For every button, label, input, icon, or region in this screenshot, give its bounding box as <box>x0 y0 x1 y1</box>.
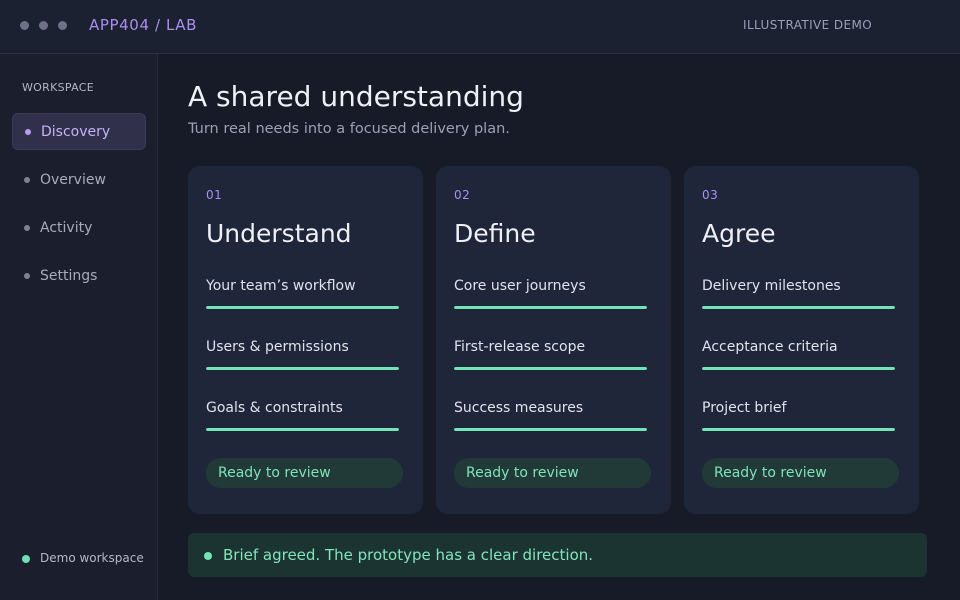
window-close-dot-icon[interactable] <box>20 21 29 30</box>
sidebar-item-label: Settings <box>40 267 98 284</box>
progress-bar <box>454 428 647 431</box>
progress-fill <box>702 306 895 309</box>
checklist-item-label: First-release scope <box>454 339 586 355</box>
sidebar-item-overview[interactable]: Overview <box>12 161 146 198</box>
success-dot-icon <box>204 552 212 560</box>
sidebar-item-settings[interactable]: Settings <box>12 257 146 294</box>
checklist-item: Acceptance criteria <box>702 339 895 370</box>
demo-tag: ILLUSTRATIVE DEMO <box>743 18 873 32</box>
checklist-item-label: Project brief <box>702 400 787 416</box>
checklist-item-label: Core user journeys <box>454 278 586 294</box>
progress-bar <box>454 306 647 309</box>
nav-bullet-icon <box>24 224 30 231</box>
success-banner: Brief agreed. The prototype has a clear … <box>188 533 927 577</box>
progress-fill <box>454 367 647 370</box>
checklist-item-label: Users & permissions <box>206 339 349 355</box>
checklist-item-label: Goals & constraints <box>206 400 343 416</box>
sidebar-heading: WORKSPACE <box>22 81 94 94</box>
step-number: 02 <box>454 188 471 202</box>
checklist-item: First-release scope <box>454 339 647 370</box>
nav-bullet-icon <box>25 128 31 135</box>
progress-fill <box>454 306 647 309</box>
step-number: 03 <box>702 188 719 202</box>
page-subtitle: Turn real needs into a focused delivery … <box>188 121 510 137</box>
progress-fill <box>702 367 895 370</box>
progress-bar <box>206 428 399 431</box>
step-card-understand: 01 Understand Your team’s workflow Users… <box>188 166 423 514</box>
progress-fill <box>702 428 895 431</box>
sidebar-item-activity[interactable]: Activity <box>12 209 146 246</box>
checklist-item: Your team’s workflow <box>206 278 399 309</box>
step-title: Define <box>454 219 536 248</box>
checklist-item: Success measures <box>454 400 647 431</box>
ready-to-review-button[interactable]: Ready to review <box>702 458 899 488</box>
sidebar: WORKSPACE Discovery Overview Activity Se… <box>0 54 158 600</box>
ready-to-review-button[interactable]: Ready to review <box>454 458 651 488</box>
workspace-name: Demo workspace <box>40 551 144 565</box>
checklist-item: Delivery milestones <box>702 278 895 309</box>
step-title: Agree <box>702 219 776 248</box>
step-title: Understand <box>206 219 352 248</box>
progress-bar <box>206 367 399 370</box>
window-controls <box>20 21 67 30</box>
progress-fill <box>454 428 647 431</box>
checklist-item: Project brief <box>702 400 895 431</box>
sidebar-item-discovery[interactable]: Discovery <box>12 113 146 150</box>
banner-message: Brief agreed. The prototype has a clear … <box>223 546 594 564</box>
progress-bar <box>702 306 895 309</box>
step-card-agree: 03 Agree Delivery milestones Acceptance … <box>684 166 919 514</box>
progress-fill <box>206 367 399 370</box>
step-card-define: 02 Define Core user journeys First-relea… <box>436 166 671 514</box>
progress-bar <box>702 428 895 431</box>
sidebar-item-label: Activity <box>40 219 93 236</box>
progress-bar <box>702 367 895 370</box>
sidebar-item-label: Discovery <box>41 123 111 140</box>
checklist-item-label: Success measures <box>454 400 584 416</box>
app-title: APP404 / LAB <box>89 16 198 34</box>
progress-bar <box>454 367 647 370</box>
progress-fill <box>206 306 399 309</box>
window-minimize-dot-icon[interactable] <box>39 21 48 30</box>
progress-bar <box>206 306 399 309</box>
checklist-item-label: Acceptance criteria <box>702 339 838 355</box>
workspace-switcher[interactable]: Demo workspace <box>22 551 144 565</box>
checklist-item: Core user journeys <box>454 278 647 309</box>
checklist-item-label: Delivery milestones <box>702 278 841 294</box>
window-maximize-dot-icon[interactable] <box>58 21 67 30</box>
ready-to-review-button[interactable]: Ready to review <box>206 458 403 488</box>
checklist-item: Users & permissions <box>206 339 399 370</box>
checklist-item: Goals & constraints <box>206 400 399 431</box>
progress-fill <box>206 428 399 431</box>
top-bar: APP404 / LAB ILLUSTRATIVE DEMO <box>0 0 960 54</box>
page-title: A shared understanding <box>188 80 524 113</box>
step-number: 01 <box>206 188 223 202</box>
nav-bullet-icon <box>24 176 30 183</box>
checklist-item-label: Your team’s workflow <box>206 278 356 294</box>
sidebar-item-label: Overview <box>40 171 106 188</box>
status-dot-icon <box>22 555 30 563</box>
nav-bullet-icon <box>24 272 30 279</box>
